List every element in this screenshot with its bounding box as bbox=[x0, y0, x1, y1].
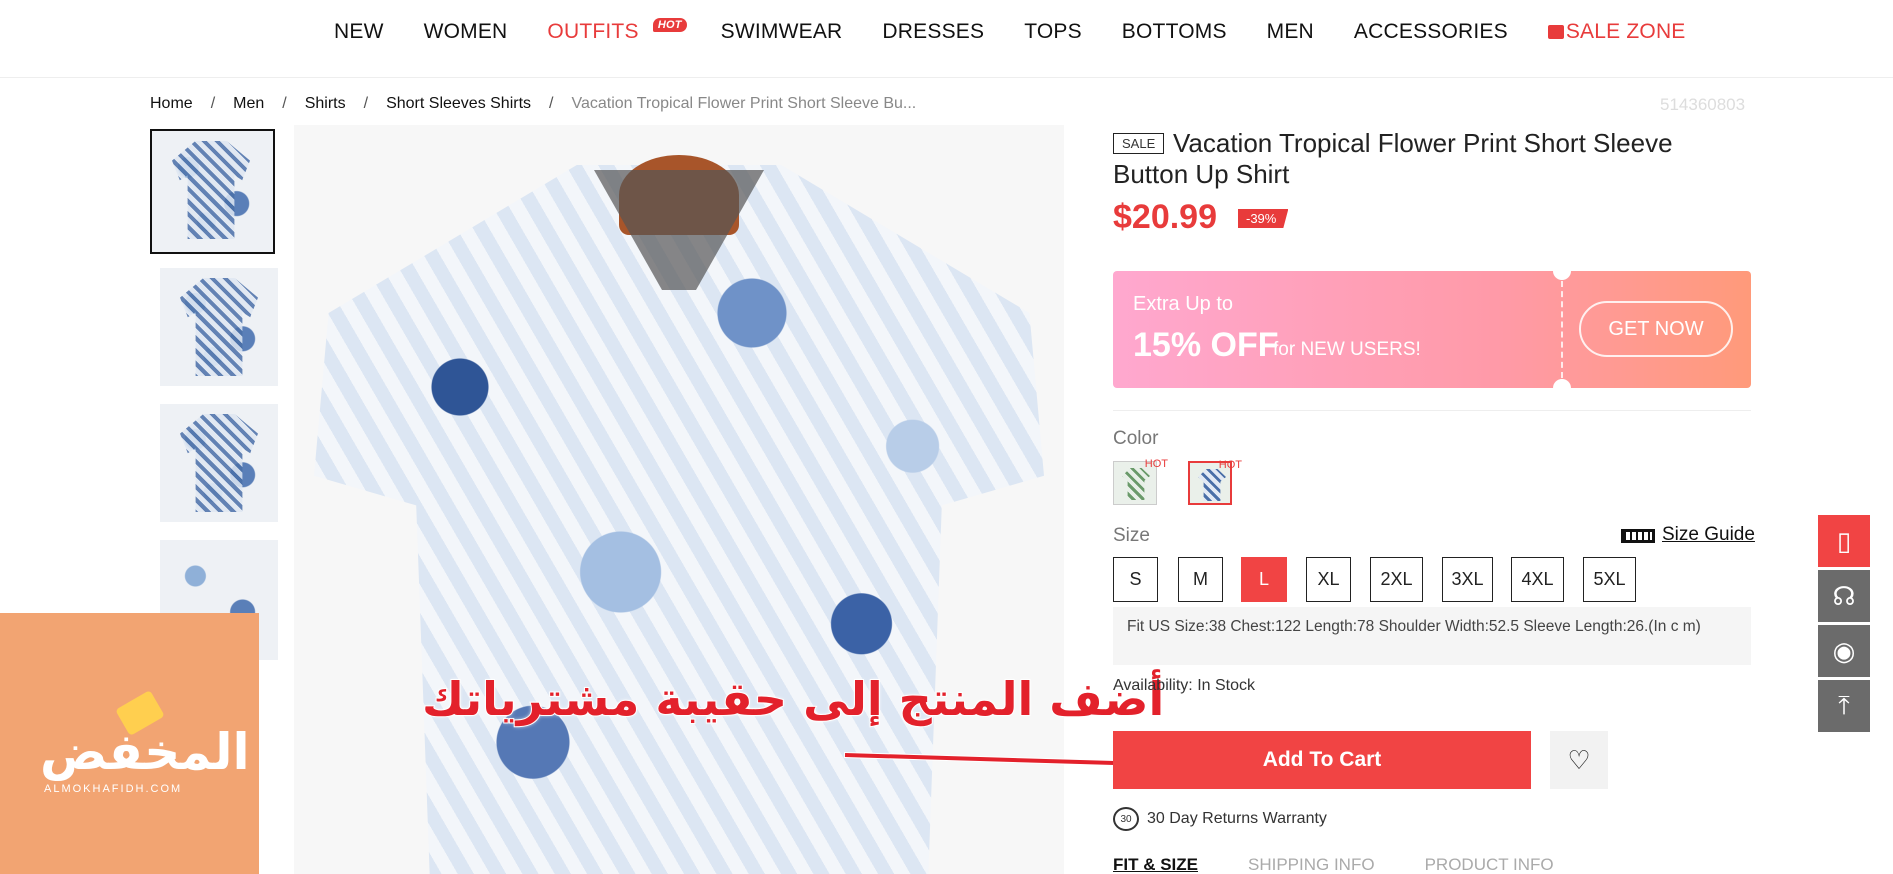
customer-service-button[interactable]: ☊ bbox=[1818, 570, 1870, 622]
cookie-settings-button[interactable]: ◉ bbox=[1818, 625, 1870, 677]
logo-subtext: ALMOKHAFIDH.COM bbox=[44, 783, 183, 795]
annotation-text: أضف المنتج إلى حقيبة مشترياتك bbox=[421, 671, 1165, 727]
nav-item-bottoms[interactable]: BOTTOMS bbox=[1122, 20, 1227, 44]
breadcrumb-home[interactable]: Home bbox=[150, 95, 193, 113]
size-option-3xl[interactable]: 3XL bbox=[1442, 557, 1493, 602]
hot-label: HOT bbox=[1144, 458, 1168, 470]
size-guide-link[interactable]: Size Guide bbox=[1662, 524, 1755, 546]
product-sku: 514360803 bbox=[1660, 95, 1746, 114]
hot-label: HOT bbox=[1218, 459, 1242, 471]
back-to-top-button[interactable]: ⤒ bbox=[1818, 680, 1870, 732]
breadcrumb-men[interactable]: Men bbox=[233, 95, 264, 113]
promo-line1: Extra Up to bbox=[1133, 293, 1234, 315]
breadcrumb-short-sleeves-shirts[interactable]: Short Sleeves Shirts bbox=[386, 95, 531, 113]
nav-item-accessories[interactable]: ACCESSORIES bbox=[1354, 20, 1508, 44]
size-option-xl[interactable]: XL bbox=[1306, 557, 1351, 602]
breadcrumb-shirts[interactable]: Shirts bbox=[305, 95, 346, 113]
return-cycle-icon: 30 bbox=[1113, 807, 1139, 831]
size-option-2xl[interactable]: 2XL bbox=[1370, 557, 1423, 602]
get-now-button[interactable]: GET NOW bbox=[1579, 301, 1733, 357]
promo-divider bbox=[1561, 281, 1563, 378]
color-label: Color bbox=[1113, 428, 1159, 449]
product-price: $20.99 bbox=[1113, 198, 1217, 236]
heart-icon: ♡ bbox=[1567, 744, 1591, 775]
main-product-image[interactable] bbox=[294, 125, 1064, 874]
returns-text: 30 Day Returns Warranty bbox=[1147, 810, 1327, 827]
tab-product-info[interactable]: PRODUCT INFO bbox=[1425, 855, 1554, 874]
shirt-image bbox=[1122, 468, 1150, 500]
arrow-up-icon: ⤒ bbox=[1838, 690, 1850, 720]
nav-item-men[interactable]: MEN bbox=[1267, 20, 1314, 44]
logo-text: المخفض bbox=[40, 723, 250, 781]
top-nav: NEW WOMEN OUTFITS HOT SWIMWEAR DRESSES T… bbox=[0, 0, 1893, 78]
color-swatch-blue[interactable]: HOT bbox=[1188, 459, 1242, 505]
nav-item-sale-zone-label: SALE ZONE bbox=[1565, 20, 1686, 43]
tab-shipping-info[interactable]: SHIPPING INFO bbox=[1248, 855, 1375, 874]
nav-item-tops[interactable]: TOPS bbox=[1024, 20, 1082, 44]
shirt-image bbox=[1198, 469, 1226, 501]
nav-item-swimwear[interactable]: SWIMWEAR bbox=[721, 20, 843, 44]
size-option-m[interactable]: M bbox=[1178, 557, 1223, 602]
nav-item-new[interactable]: NEW bbox=[334, 20, 384, 44]
promo-notch bbox=[1553, 271, 1571, 280]
promo-notch bbox=[1553, 379, 1571, 388]
product-title: Vacation Tropical Flower Print Short Sle… bbox=[1113, 128, 1673, 189]
fit-measurements: Fit US Size:38 Chest:122 Length:78 Shoul… bbox=[1113, 607, 1751, 665]
promo-discount: 15% OFF bbox=[1133, 326, 1279, 364]
nav-item-outfits-label: OUTFITS bbox=[547, 20, 639, 43]
nav-item-sale-zone[interactable]: SALE ZONE bbox=[1547, 20, 1686, 44]
watermark-logo: المخفض ALMOKHAFIDH.COM bbox=[0, 613, 259, 874]
nav-list: NEW WOMEN OUTFITS HOT SWIMWEAR DRESSES T… bbox=[334, 18, 1726, 44]
hot-badge: HOT bbox=[652, 18, 687, 32]
breadcrumb-separator: / bbox=[282, 95, 287, 112]
size-option-l[interactable]: L bbox=[1241, 557, 1287, 602]
nav-item-dresses[interactable]: DRESSES bbox=[882, 20, 984, 44]
sale-tag: SALE bbox=[1113, 133, 1165, 154]
breadcrumb-current: Vacation Tropical Flower Print Short Sle… bbox=[571, 95, 917, 112]
product-tabs: FIT & SIZE SHIPPING INFO PRODUCT INFO bbox=[1113, 855, 1554, 874]
returns-warranty: 30 30 Day Returns Warranty bbox=[1113, 807, 1327, 831]
ruler-icon bbox=[1621, 529, 1655, 543]
shopping-bag-icon bbox=[1547, 25, 1564, 39]
new-user-promo-banner: Extra Up to 15% OFF for NEW USERS! GET N… bbox=[1113, 271, 1751, 388]
size-option-5xl[interactable]: 5XL bbox=[1583, 557, 1636, 602]
breadcrumb-separator: / bbox=[549, 95, 554, 112]
add-to-cart-button[interactable]: Add To Cart bbox=[1113, 731, 1531, 789]
breadcrumb-separator: / bbox=[210, 95, 216, 112]
headset-icon: ☊ bbox=[1832, 580, 1856, 611]
wishlist-button[interactable]: ♡ bbox=[1550, 731, 1608, 789]
nav-item-outfits[interactable]: OUTFITS HOT bbox=[547, 18, 687, 44]
size-option-s[interactable]: S bbox=[1113, 557, 1158, 602]
thumbnail-2[interactable] bbox=[160, 268, 278, 386]
size-option-4xl[interactable]: 4XL bbox=[1511, 557, 1564, 602]
breadcrumb-separator: / bbox=[363, 95, 369, 112]
color-swatch-green[interactable]: HOT bbox=[1113, 458, 1168, 505]
breadcrumb: Home / Men / Shirts / Short Sleeves Shir… bbox=[150, 95, 916, 113]
discount-badge: -39% bbox=[1238, 209, 1289, 228]
availability-status: Availability: In Stock bbox=[1113, 677, 1255, 694]
tab-fit-size[interactable]: FIT & SIZE bbox=[1113, 855, 1198, 874]
phone-icon: ▯ bbox=[1836, 525, 1852, 556]
divider bbox=[1113, 410, 1751, 411]
nav-item-women[interactable]: WOMEN bbox=[424, 20, 508, 44]
promo-audience: for NEW USERS! bbox=[1273, 339, 1421, 360]
thumbnail-1[interactable] bbox=[150, 129, 275, 254]
size-label: Size bbox=[1113, 525, 1150, 546]
cookie-icon: ◉ bbox=[1832, 635, 1856, 666]
thumbnail-3[interactable] bbox=[160, 404, 278, 522]
mobile-app-button[interactable]: ▯ bbox=[1818, 515, 1870, 567]
